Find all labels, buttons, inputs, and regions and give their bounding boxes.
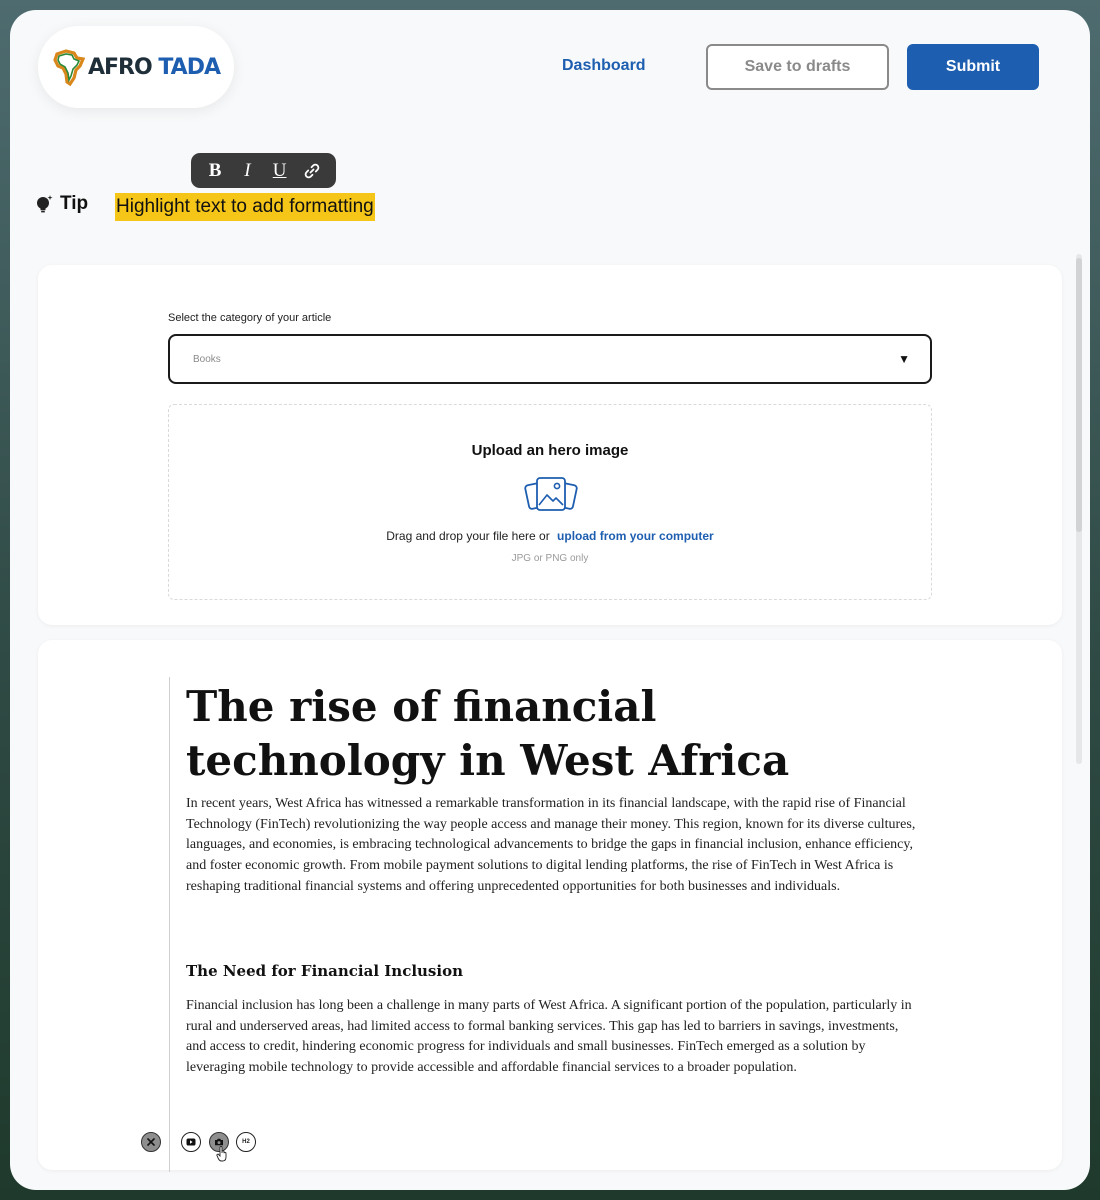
page-scrollbar[interactable] xyxy=(1076,254,1082,764)
brand-logo[interactable]: AFRO TADA xyxy=(38,26,234,108)
format-toolbar: B I U xyxy=(191,153,336,188)
tip: Tip xyxy=(34,193,88,215)
dashboard-link[interactable]: Dashboard xyxy=(562,57,646,75)
brand-wordmark: AFRO TADA xyxy=(88,54,221,80)
upload-from-computer-link[interactable]: upload from your computer xyxy=(557,529,714,543)
category-label: Select the category of your article xyxy=(168,312,332,324)
hero-upload-card: Select the category of your article Book… xyxy=(38,265,1062,625)
brand-wordmark-afro: AFRO xyxy=(88,54,153,80)
upload-instruction-text: Drag and drop your file here or xyxy=(386,529,550,543)
bold-button[interactable]: B xyxy=(202,160,228,182)
upload-instruction: Drag and drop your file here or upload f… xyxy=(169,529,931,543)
africa-map-icon xyxy=(53,49,86,86)
category-select[interactable]: Books ▼ xyxy=(168,334,932,384)
insert-heading-button[interactable]: H2 xyxy=(236,1132,256,1152)
close-insert-button[interactable] xyxy=(141,1132,161,1152)
save-to-drafts-button[interactable]: Save to drafts xyxy=(706,44,889,90)
italic-button[interactable]: I xyxy=(234,160,260,182)
caret-down-icon: ▼ xyxy=(898,352,910,366)
video-icon xyxy=(186,1138,196,1146)
insert-video-button[interactable] xyxy=(181,1132,201,1152)
editor-left-rule xyxy=(169,677,170,1172)
upload-title: Upload an hero image xyxy=(471,442,629,459)
article-subheading[interactable]: The Need for Financial Inclusion xyxy=(186,962,463,980)
upload-file-hint: JPG or PNG only xyxy=(511,553,589,564)
article-body-paragraph[interactable]: Financial inclusion has long been a chal… xyxy=(186,996,916,1079)
link-icon xyxy=(304,163,320,179)
category-value: Books xyxy=(193,354,221,365)
article-intro-paragraph[interactable]: In recent years, West Africa has witness… xyxy=(186,794,916,898)
image-gallery-icon xyxy=(524,477,578,511)
article-title[interactable]: The rise of financial technology in West… xyxy=(186,680,926,788)
link-button[interactable] xyxy=(299,160,325,182)
hand-pointer-icon xyxy=(216,1146,227,1162)
submit-button[interactable]: Submit xyxy=(907,44,1039,90)
image-dropzone[interactable]: Upload an hero image Drag and drop your … xyxy=(168,404,932,600)
camera-icon xyxy=(215,1138,223,1146)
app-window: AFRO TADA Dashboard Save to drafts Submi… xyxy=(10,10,1090,1190)
brand-wordmark-tada: TADA xyxy=(158,54,221,80)
article-editor-card[interactable]: The rise of financial technology in West… xyxy=(38,640,1062,1172)
scrollbar-thumb[interactable] xyxy=(1076,258,1082,532)
underline-button[interactable]: U xyxy=(267,160,293,182)
tip-text: Highlight text to add formatting xyxy=(115,193,375,221)
lightbulb-icon xyxy=(37,195,53,213)
close-icon xyxy=(147,1138,155,1146)
tip-label: Tip xyxy=(60,193,89,214)
